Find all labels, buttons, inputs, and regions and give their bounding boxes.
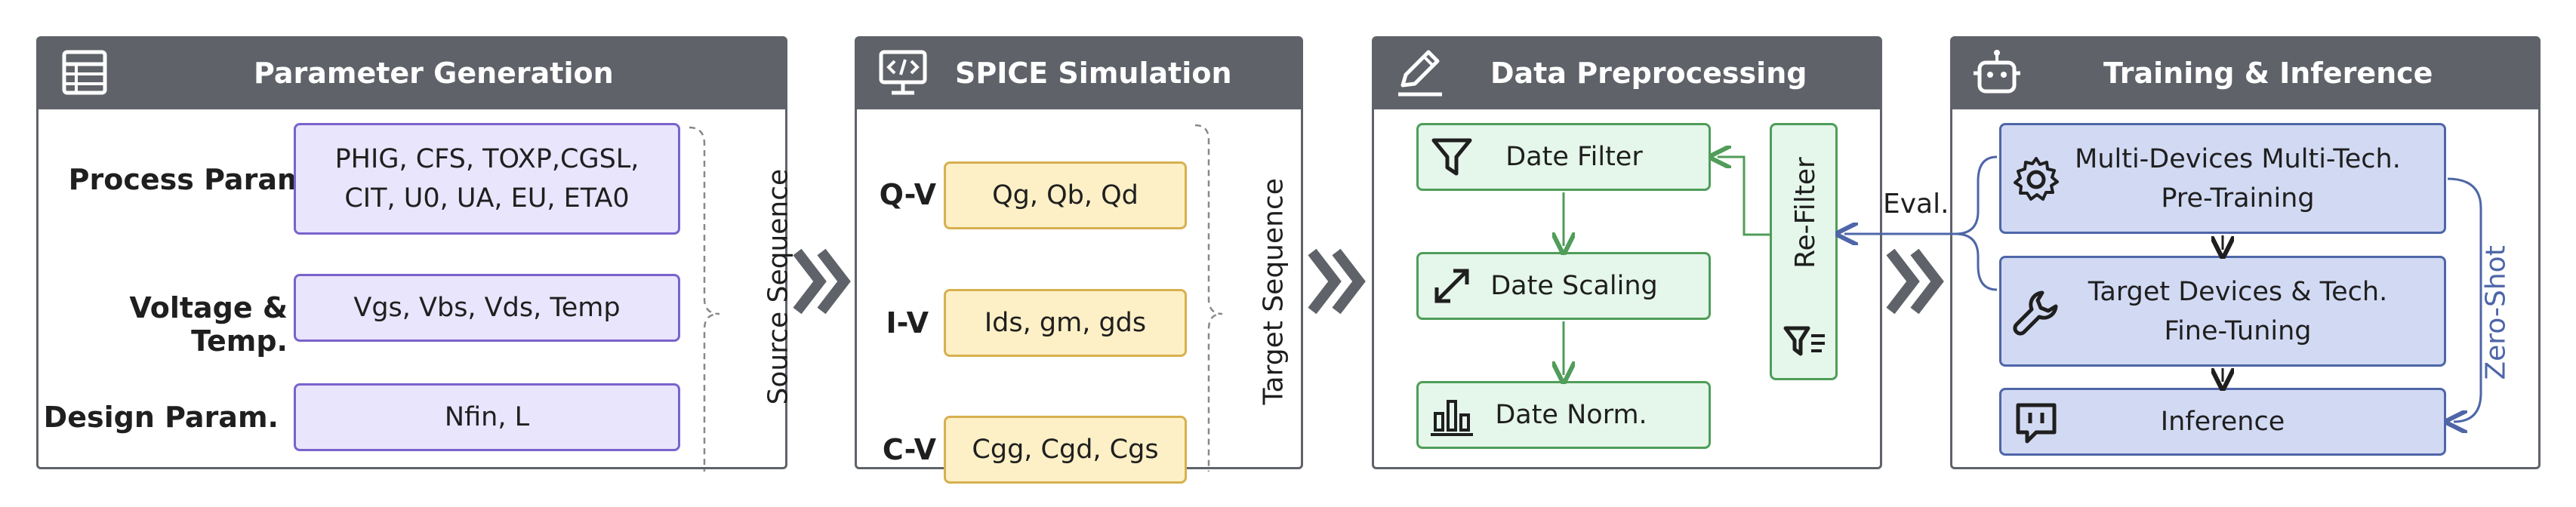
eval-feedback-connector [0, 155, 1998, 291]
eval-label: Eval. [1883, 189, 1949, 220]
